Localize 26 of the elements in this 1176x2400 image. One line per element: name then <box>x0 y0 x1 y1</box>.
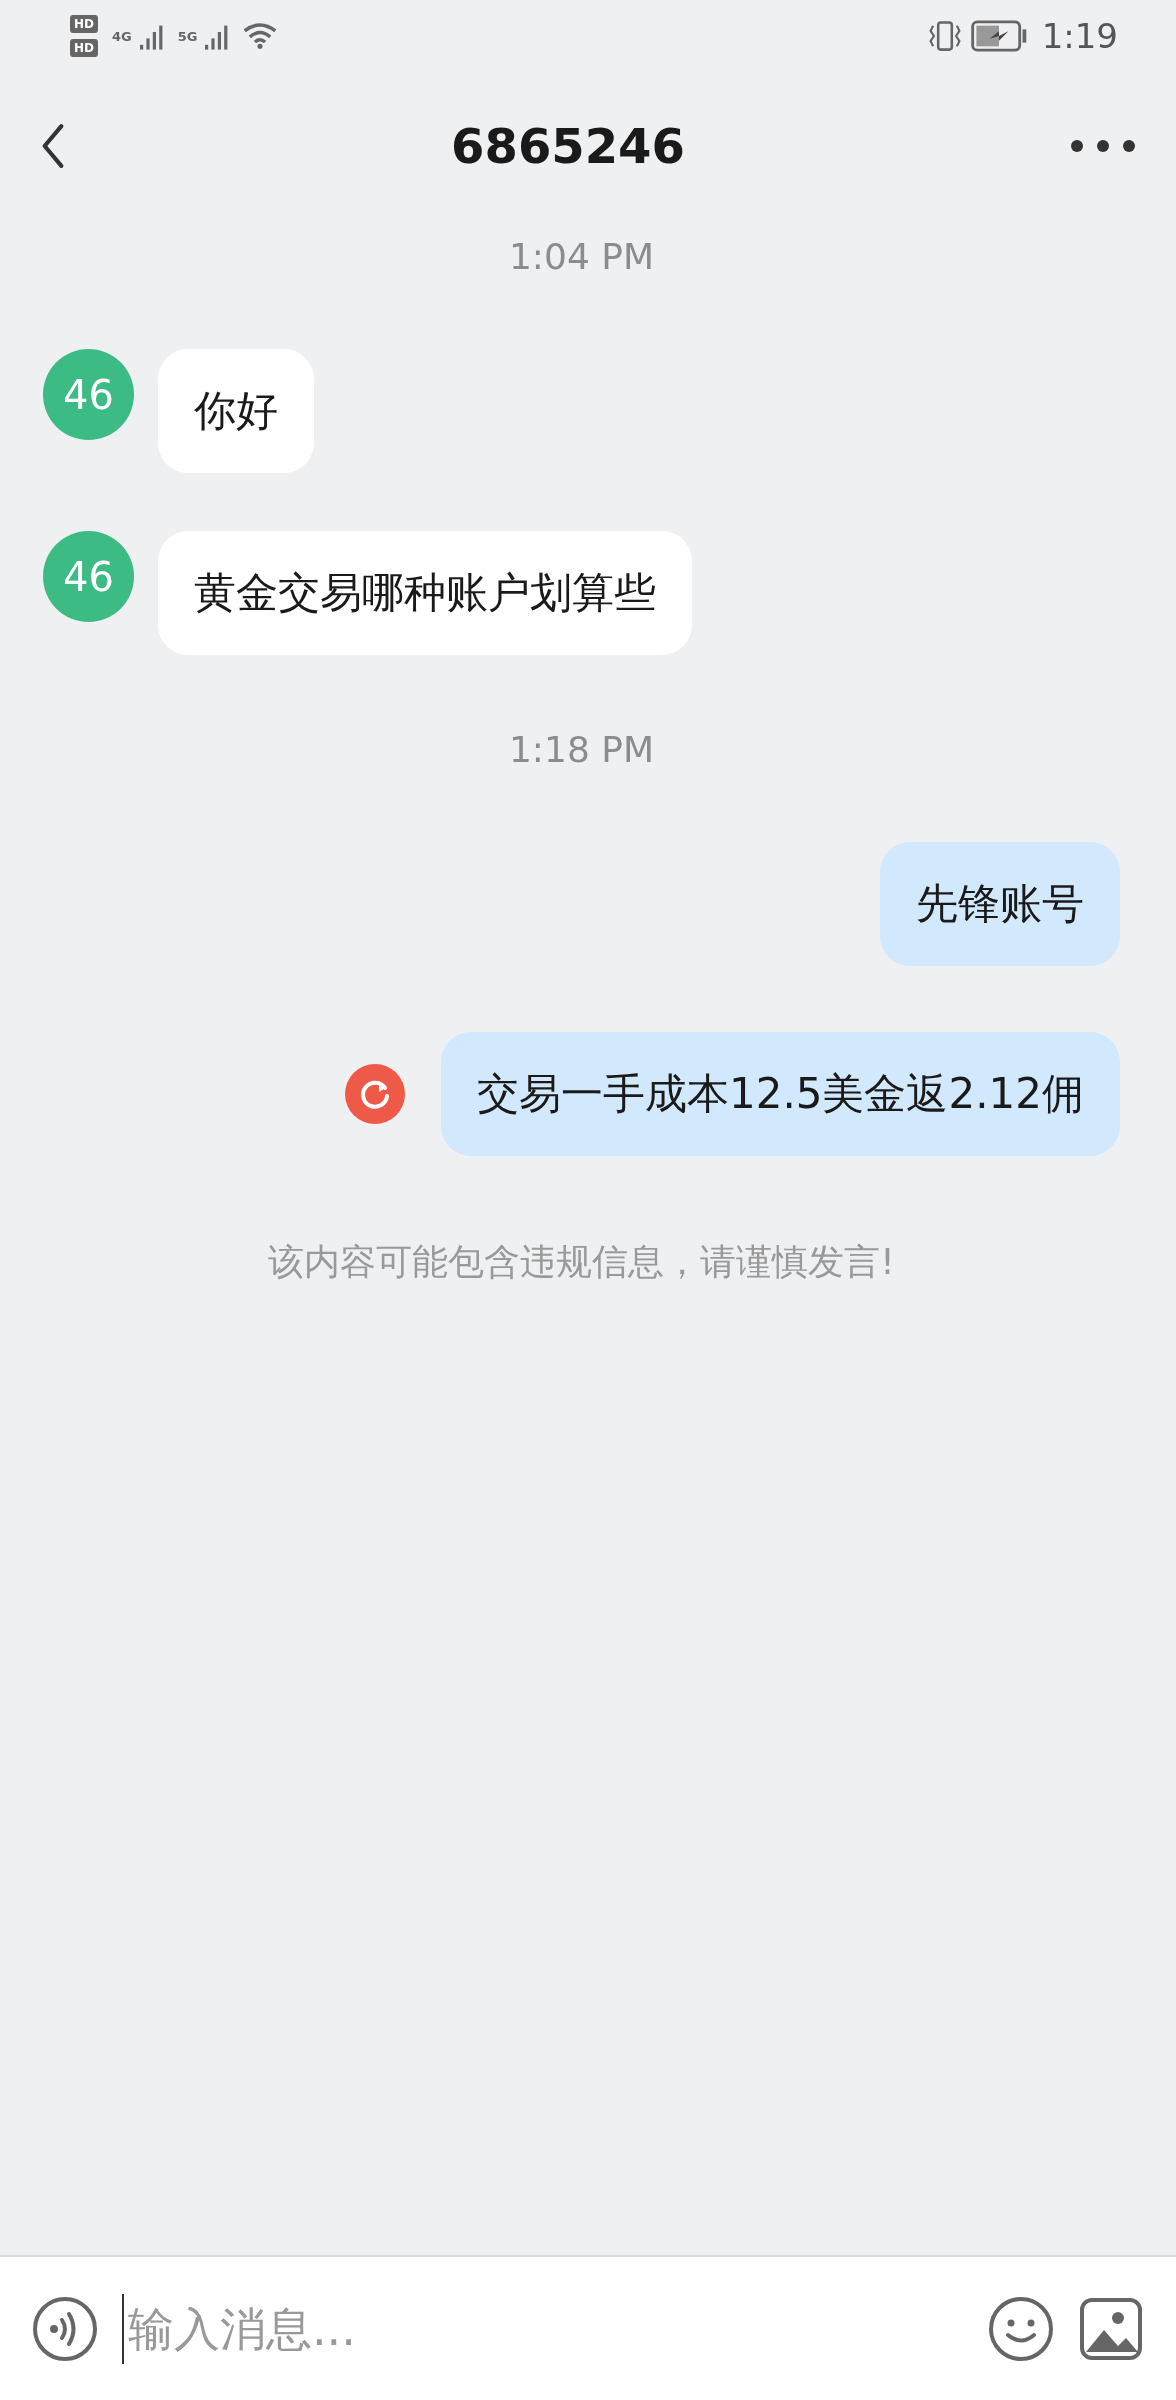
chat-title: 6865246 <box>451 118 685 174</box>
more-icon[interactable] <box>1070 139 1136 153</box>
message-bubble: 交易一手成本12.5美金返2.12佣 <box>440 1032 1120 1156</box>
timestamp: 1:04 PM <box>508 236 655 277</box>
network-label: 4G <box>112 29 132 44</box>
avatar[interactable]: 46 <box>43 349 134 440</box>
vibrate-icon <box>927 20 962 52</box>
message-bubble: 黄金交易哪种账户划算些 <box>158 531 692 655</box>
hd-badge: HD <box>70 39 98 57</box>
message-bubble: 先锋账号 <box>880 842 1120 966</box>
battery-icon <box>969 20 1028 52</box>
back-icon[interactable] <box>40 123 66 169</box>
warning-notice: 该内容可能包含违规信息，请谨慎发言! <box>268 1240 895 1284</box>
voice-icon[interactable] <box>32 2295 98 2362</box>
message-input[interactable]: 输入消息... <box>126 2300 964 2357</box>
message-bubble: 你好 <box>158 349 314 473</box>
image-icon[interactable] <box>1078 2295 1144 2362</box>
status-time: 1:19 <box>1041 16 1118 56</box>
hd-badge: HD <box>70 15 98 33</box>
retry-icon[interactable] <box>344 1064 405 1124</box>
wifi-icon <box>243 22 278 50</box>
avatar[interactable]: 46 <box>43 531 134 622</box>
message-composer[interactable]: 输入消息... <box>0 2255 1176 2400</box>
emoji-icon[interactable] <box>988 2295 1054 2362</box>
network-label: 5G <box>177 29 198 44</box>
timestamp: 1:18 PM <box>508 729 655 770</box>
